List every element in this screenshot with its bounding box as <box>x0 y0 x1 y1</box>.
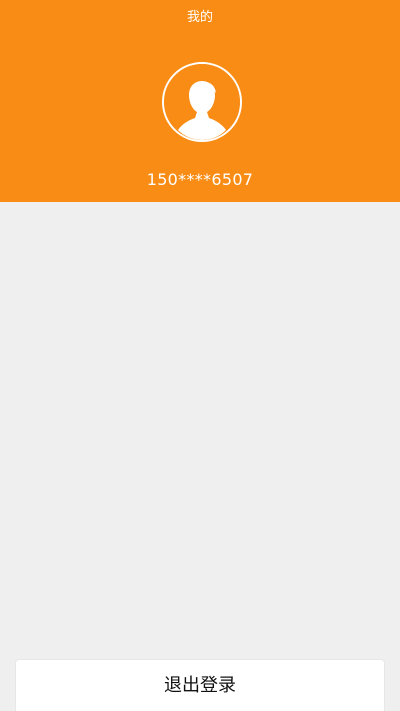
logout-button[interactable]: 退出登录 <box>15 659 385 711</box>
page-title: 我的 <box>186 10 213 25</box>
profile-header: 我的 150****6507 <box>0 0 400 202</box>
user-avatar-icon <box>164 64 240 140</box>
phone-number: 150****6507 <box>146 170 254 189</box>
avatar[interactable] <box>162 62 242 142</box>
content-area <box>0 202 400 711</box>
